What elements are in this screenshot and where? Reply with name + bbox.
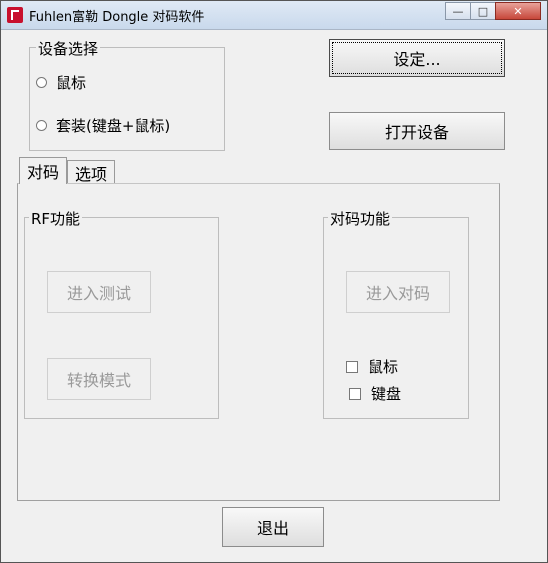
radio-combo-label: 套装(键盘+鼠标) <box>56 117 171 135</box>
title-bar[interactable]: Fuhlen富勒 Dongle 对码软件 — □ ✕ <box>1 1 547 30</box>
window-title: Fuhlen富勒 Dongle 对码软件 <box>29 10 205 25</box>
tab-options[interactable]: 选项 <box>67 160 115 184</box>
enter-test-button[interactable]: 进入测试 <box>47 271 151 313</box>
mouse-checkbox[interactable]: 鼠标 <box>346 356 398 377</box>
close-icon[interactable]: ✕ <box>495 2 541 20</box>
rf-function-legend: RF功能 <box>29 208 83 229</box>
radio-combo-circle[interactable] <box>36 120 47 131</box>
rf-function-group: RF功能 进入测试 转换模式 <box>24 208 219 419</box>
tab-panel-pair: RF功能 进入测试 转换模式 对码功能 进入对码 鼠标 键盘 <box>17 183 500 501</box>
device-select-group: 设备选择 鼠标 套装(键盘+鼠标) <box>29 38 225 151</box>
radio-combo[interactable]: 套装(键盘+鼠标) <box>36 115 170 136</box>
radio-mouse-circle[interactable] <box>36 77 47 88</box>
keyboard-checkbox-label: 键盘 <box>371 385 402 403</box>
device-select-legend: 设备选择 <box>36 38 101 59</box>
enter-pair-button[interactable]: 进入对码 <box>346 271 450 313</box>
maximize-icon[interactable]: □ <box>470 2 496 20</box>
app-logo-icon <box>7 7 23 23</box>
exit-button[interactable]: 退出 <box>222 507 324 547</box>
app-window: Fuhlen富勒 Dongle 对码软件 — □ ✕ 设备选择 鼠标 套装(键盘… <box>0 0 548 563</box>
switch-mode-button[interactable]: 转换模式 <box>47 358 151 400</box>
radio-mouse-label: 鼠标 <box>56 74 87 92</box>
radio-mouse[interactable]: 鼠标 <box>36 72 86 93</box>
pair-function-legend: 对码功能 <box>328 208 393 229</box>
keyboard-checkbox-box[interactable] <box>349 387 361 400</box>
settings-button[interactable]: 设定... <box>329 39 505 77</box>
minimize-icon[interactable]: — <box>445 2 471 20</box>
keyboard-checkbox[interactable]: 键盘 <box>349 383 401 404</box>
mouse-checkbox-box[interactable] <box>346 360 358 373</box>
pair-function-group: 对码功能 进入对码 鼠标 键盘 <box>323 208 469 419</box>
open-device-button[interactable]: 打开设备 <box>329 112 505 150</box>
tab-pair[interactable]: 对码 <box>19 157 67 184</box>
mouse-checkbox-label: 鼠标 <box>368 358 399 376</box>
